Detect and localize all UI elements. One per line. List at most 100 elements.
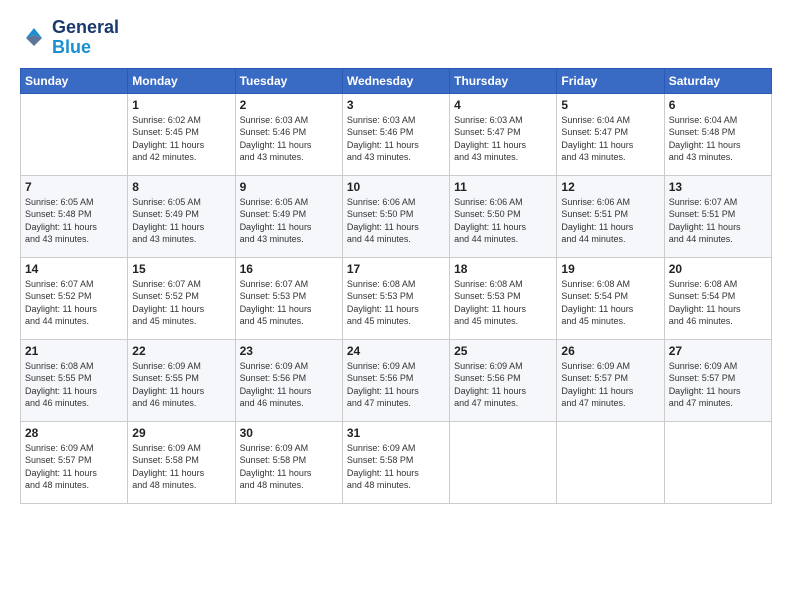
day-number: 27: [669, 344, 767, 358]
col-header-monday: Monday: [128, 68, 235, 93]
day-number: 30: [240, 426, 338, 440]
cell-info: Sunrise: 6:08 AMSunset: 5:55 PMDaylight:…: [25, 360, 123, 410]
col-header-friday: Friday: [557, 68, 664, 93]
day-number: 24: [347, 344, 445, 358]
day-number: 11: [454, 180, 552, 194]
cell-info: Sunrise: 6:03 AMSunset: 5:46 PMDaylight:…: [240, 114, 338, 164]
cell-info: Sunrise: 6:04 AMSunset: 5:47 PMDaylight:…: [561, 114, 659, 164]
cell-info: Sunrise: 6:09 AMSunset: 5:58 PMDaylight:…: [240, 442, 338, 492]
calendar-cell: 13 Sunrise: 6:07 AMSunset: 5:51 PMDayligh…: [664, 175, 771, 257]
calendar-cell: 3 Sunrise: 6:03 AMSunset: 5:46 PMDaylight…: [342, 93, 449, 175]
calendar-cell: 4 Sunrise: 6:03 AMSunset: 5:47 PMDaylight…: [450, 93, 557, 175]
cell-info: Sunrise: 6:07 AMSunset: 5:53 PMDaylight:…: [240, 278, 338, 328]
calendar-cell: 28Sunrise: 6:09 AMSunset: 5:57 PMDayligh…: [21, 421, 128, 503]
cell-info: Sunrise: 6:04 AMSunset: 5:48 PMDaylight:…: [669, 114, 767, 164]
cell-info: Sunrise: 6:09 AMSunset: 5:56 PMDaylight:…: [454, 360, 552, 410]
calendar-cell: 6 Sunrise: 6:04 AMSunset: 5:48 PMDaylight…: [664, 93, 771, 175]
day-number: 8: [132, 180, 230, 194]
calendar-cell: 22 Sunrise: 6:09 AMSunset: 5:55 PMDayligh…: [128, 339, 235, 421]
day-number: 3: [347, 98, 445, 112]
calendar-cell: 25 Sunrise: 6:09 AMSunset: 5:56 PMDayligh…: [450, 339, 557, 421]
calendar-cell: 24 Sunrise: 6:09 AMSunset: 5:56 PMDayligh…: [342, 339, 449, 421]
day-number: 4: [454, 98, 552, 112]
calendar-cell: 18 Sunrise: 6:08 AMSunset: 5:53 PMDayligh…: [450, 257, 557, 339]
logo-text-general: General: [52, 18, 119, 38]
col-header-tuesday: Tuesday: [235, 68, 342, 93]
day-number: 18: [454, 262, 552, 276]
calendar-cell: 31 Sunrise: 6:09 AMSunset: 5:58 PMDayligh…: [342, 421, 449, 503]
day-number: 14: [25, 262, 123, 276]
col-header-saturday: Saturday: [664, 68, 771, 93]
day-number: 16: [240, 262, 338, 276]
cell-info: Sunrise: 6:03 AMSunset: 5:46 PMDaylight:…: [347, 114, 445, 164]
cell-info: Sunrise: 6:09 AMSunset: 5:56 PMDaylight:…: [240, 360, 338, 410]
day-number: 31: [347, 426, 445, 440]
logo-icon: [20, 24, 48, 52]
day-number: 22: [132, 344, 230, 358]
cell-info: Sunrise: 6:07 AMSunset: 5:51 PMDaylight:…: [669, 196, 767, 246]
col-header-wednesday: Wednesday: [342, 68, 449, 93]
calendar-header-row: SundayMondayTuesdayWednesdayThursdayFrid…: [21, 68, 772, 93]
cell-info: Sunrise: 6:08 AMSunset: 5:54 PMDaylight:…: [669, 278, 767, 328]
week-row-2: 7 Sunrise: 6:05 AMSunset: 5:48 PMDaylight…: [21, 175, 772, 257]
day-number: 28: [25, 426, 123, 440]
cell-info: Sunrise: 6:08 AMSunset: 5:53 PMDaylight:…: [347, 278, 445, 328]
cell-info: Sunrise: 6:09 AMSunset: 5:56 PMDaylight:…: [347, 360, 445, 410]
calendar-cell: 23 Sunrise: 6:09 AMSunset: 5:56 PMDayligh…: [235, 339, 342, 421]
week-row-4: 21Sunrise: 6:08 AMSunset: 5:55 PMDayligh…: [21, 339, 772, 421]
cell-info: Sunrise: 6:07 AMSunset: 5:52 PMDaylight:…: [25, 278, 123, 328]
day-number: 1: [132, 98, 230, 112]
day-number: 5: [561, 98, 659, 112]
calendar-cell: 16 Sunrise: 6:07 AMSunset: 5:53 PMDayligh…: [235, 257, 342, 339]
day-number: 13: [669, 180, 767, 194]
cell-info: Sunrise: 6:06 AMSunset: 5:50 PMDaylight:…: [454, 196, 552, 246]
day-number: 23: [240, 344, 338, 358]
calendar-cell: 30 Sunrise: 6:09 AMSunset: 5:58 PMDayligh…: [235, 421, 342, 503]
calendar-cell: 27 Sunrise: 6:09 AMSunset: 5:57 PMDayligh…: [664, 339, 771, 421]
calendar-cell: 26Sunrise: 6:09 AMSunset: 5:57 PMDayligh…: [557, 339, 664, 421]
calendar-cell: 5 Sunrise: 6:04 AMSunset: 5:47 PMDaylight…: [557, 93, 664, 175]
calendar-cell: 7 Sunrise: 6:05 AMSunset: 5:48 PMDaylight…: [21, 175, 128, 257]
day-number: 10: [347, 180, 445, 194]
col-header-thursday: Thursday: [450, 68, 557, 93]
cell-info: Sunrise: 6:08 AMSunset: 5:53 PMDaylight:…: [454, 278, 552, 328]
calendar-table: SundayMondayTuesdayWednesdayThursdayFrid…: [20, 68, 772, 504]
logo: General Blue: [20, 18, 119, 58]
week-row-3: 14 Sunrise: 6:07 AMSunset: 5:52 PMDayligh…: [21, 257, 772, 339]
day-number: 25: [454, 344, 552, 358]
page: General Blue SundayMondayTuesdayWednesda…: [0, 0, 792, 612]
header: General Blue: [20, 18, 772, 58]
day-number: 6: [669, 98, 767, 112]
cell-info: Sunrise: 6:09 AMSunset: 5:57 PMDaylight:…: [669, 360, 767, 410]
day-number: 20: [669, 262, 767, 276]
calendar-cell: 14 Sunrise: 6:07 AMSunset: 5:52 PMDayligh…: [21, 257, 128, 339]
day-number: 9: [240, 180, 338, 194]
calendar-cell: 2 Sunrise: 6:03 AMSunset: 5:46 PMDaylight…: [235, 93, 342, 175]
cell-info: Sunrise: 6:09 AMSunset: 5:58 PMDaylight:…: [347, 442, 445, 492]
calendar-cell: [557, 421, 664, 503]
calendar-cell: 1 Sunrise: 6:02 AMSunset: 5:45 PMDaylight…: [128, 93, 235, 175]
day-number: 7: [25, 180, 123, 194]
cell-info: Sunrise: 6:09 AMSunset: 5:55 PMDaylight:…: [132, 360, 230, 410]
calendar-cell: 21Sunrise: 6:08 AMSunset: 5:55 PMDayligh…: [21, 339, 128, 421]
calendar-cell: 10 Sunrise: 6:06 AMSunset: 5:50 PMDayligh…: [342, 175, 449, 257]
cell-info: Sunrise: 6:02 AMSunset: 5:45 PMDaylight:…: [132, 114, 230, 164]
week-row-1: 1 Sunrise: 6:02 AMSunset: 5:45 PMDaylight…: [21, 93, 772, 175]
day-number: 17: [347, 262, 445, 276]
week-row-5: 28Sunrise: 6:09 AMSunset: 5:57 PMDayligh…: [21, 421, 772, 503]
cell-info: Sunrise: 6:09 AMSunset: 5:58 PMDaylight:…: [132, 442, 230, 492]
cell-info: Sunrise: 6:03 AMSunset: 5:47 PMDaylight:…: [454, 114, 552, 164]
calendar-cell: 20 Sunrise: 6:08 AMSunset: 5:54 PMDayligh…: [664, 257, 771, 339]
day-number: 15: [132, 262, 230, 276]
day-number: 19: [561, 262, 659, 276]
cell-info: Sunrise: 6:05 AMSunset: 5:48 PMDaylight:…: [25, 196, 123, 246]
day-number: 2: [240, 98, 338, 112]
calendar-cell: 29Sunrise: 6:09 AMSunset: 5:58 PMDayligh…: [128, 421, 235, 503]
day-number: 26: [561, 344, 659, 358]
calendar-cell: 9Sunrise: 6:05 AMSunset: 5:49 PMDaylight…: [235, 175, 342, 257]
calendar-cell: 11 Sunrise: 6:06 AMSunset: 5:50 PMDayligh…: [450, 175, 557, 257]
cell-info: Sunrise: 6:06 AMSunset: 5:50 PMDaylight:…: [347, 196, 445, 246]
calendar-cell: [21, 93, 128, 175]
col-header-sunday: Sunday: [21, 68, 128, 93]
cell-info: Sunrise: 6:08 AMSunset: 5:54 PMDaylight:…: [561, 278, 659, 328]
